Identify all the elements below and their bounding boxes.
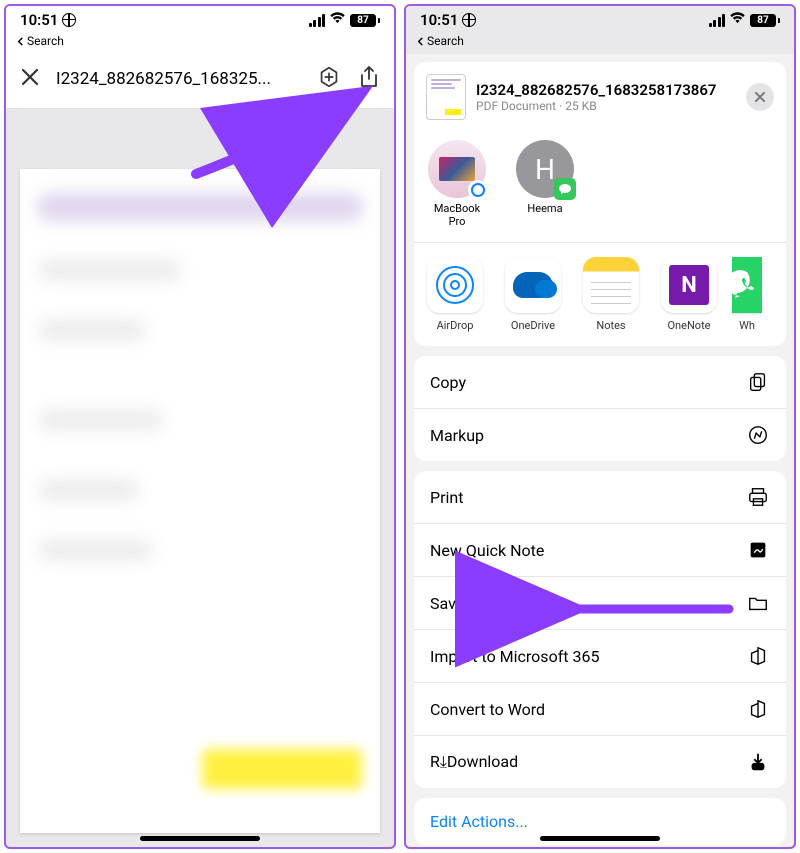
globe-icon xyxy=(62,13,76,27)
share-header: I2324_882682576_1683258173867 PDF Docume… xyxy=(414,62,786,132)
share-sheet[interactable]: I2324_882682576_1683258173867 PDF Docume… xyxy=(406,54,794,847)
status-time: 10:51 xyxy=(420,11,458,29)
battery-icon: 87 xyxy=(750,14,780,27)
contact-label: Heema xyxy=(527,202,562,215)
document-page xyxy=(20,169,380,833)
back-to-search[interactable]: Search xyxy=(6,34,394,54)
quick-note-icon xyxy=(746,538,770,562)
contact-macbook-pro[interactable]: MacBook Pro xyxy=(426,140,488,228)
action-rdownload[interactable]: R⤓Download xyxy=(414,735,786,788)
action-import-microsoft-365[interactable]: Import to Microsoft 365 xyxy=(414,629,786,682)
share-file-title: I2324_882682576_1683258173867 xyxy=(476,81,736,99)
back-label: Search xyxy=(27,34,64,48)
action-group-2: Print New Quick Note Save to Files Impor… xyxy=(414,471,786,788)
action-convert-to-word[interactable]: Convert to Word xyxy=(414,682,786,735)
copy-icon xyxy=(746,370,770,394)
download-icon xyxy=(746,750,770,774)
macbook-avatar-icon xyxy=(428,140,486,198)
close-button[interactable] xyxy=(20,67,40,91)
add-to-drive-icon[interactable] xyxy=(316,64,342,94)
whatsapp-icon xyxy=(732,257,762,313)
airdrop-badge-icon xyxy=(468,180,488,200)
share-button[interactable] xyxy=(358,65,380,93)
close-share-button[interactable] xyxy=(746,83,774,111)
action-markup[interactable]: Markup xyxy=(414,408,786,461)
action-print[interactable]: Print xyxy=(414,471,786,523)
wifi-icon xyxy=(329,11,346,29)
airdrop-icon xyxy=(427,257,483,313)
onedrive-icon xyxy=(505,257,561,313)
globe-icon xyxy=(462,13,476,27)
app-onenote[interactable]: N OneNote xyxy=(654,257,724,332)
document-preview-area[interactable] xyxy=(6,109,394,847)
wifi-icon xyxy=(729,11,746,29)
cellular-icon xyxy=(709,14,726,27)
back-to-search[interactable]: Search xyxy=(406,34,794,54)
microsoft-365-icon xyxy=(746,697,770,721)
microsoft-365-icon xyxy=(746,644,770,668)
action-save-to-files[interactable]: Save to Files xyxy=(414,576,786,629)
home-indicator[interactable] xyxy=(140,836,260,841)
initial-avatar-icon: H xyxy=(516,140,574,198)
share-file-subtitle: PDF Document · 25 KB xyxy=(476,99,736,113)
share-apps-row[interactable]: AirDrop OneDrive Notes N OneNote Wh xyxy=(414,243,786,346)
markup-icon xyxy=(746,423,770,447)
cellular-icon xyxy=(309,14,326,27)
notes-icon xyxy=(583,257,639,313)
app-onedrive[interactable]: OneDrive xyxy=(498,257,568,332)
app-whatsapp[interactable]: Wh xyxy=(732,257,762,332)
folder-icon xyxy=(746,591,770,615)
action-copy[interactable]: Copy xyxy=(414,356,786,408)
action-group-1: Copy Markup xyxy=(414,356,786,461)
contact-label: MacBook Pro xyxy=(426,202,488,228)
messages-badge-icon xyxy=(554,178,576,200)
file-thumbnail xyxy=(426,74,466,120)
status-bar: 10:51 87 xyxy=(6,6,394,34)
airdrop-contacts-row: MacBook Pro H Heema xyxy=(414,132,786,243)
print-icon xyxy=(746,485,770,509)
right-screenshot: 10:51 87 Search I2324_882682576_16832581… xyxy=(404,4,796,849)
home-indicator[interactable] xyxy=(540,836,660,841)
status-bar: 10:51 87 xyxy=(406,6,794,34)
battery-icon: 87 xyxy=(350,14,380,27)
back-label: Search xyxy=(427,34,464,48)
left-screenshot: 10:51 87 Search I2324_882682576_168325..… xyxy=(4,4,396,849)
action-new-quick-note[interactable]: New Quick Note xyxy=(414,523,786,576)
status-time: 10:51 xyxy=(20,11,58,29)
file-title: I2324_882682576_168325... xyxy=(56,69,300,89)
document-toolbar: I2324_882682576_168325... xyxy=(6,54,394,109)
contact-heema[interactable]: H Heema xyxy=(514,140,576,228)
app-airdrop[interactable]: AirDrop xyxy=(420,257,490,332)
app-notes[interactable]: Notes xyxy=(576,257,646,332)
onenote-icon: N xyxy=(661,257,717,313)
